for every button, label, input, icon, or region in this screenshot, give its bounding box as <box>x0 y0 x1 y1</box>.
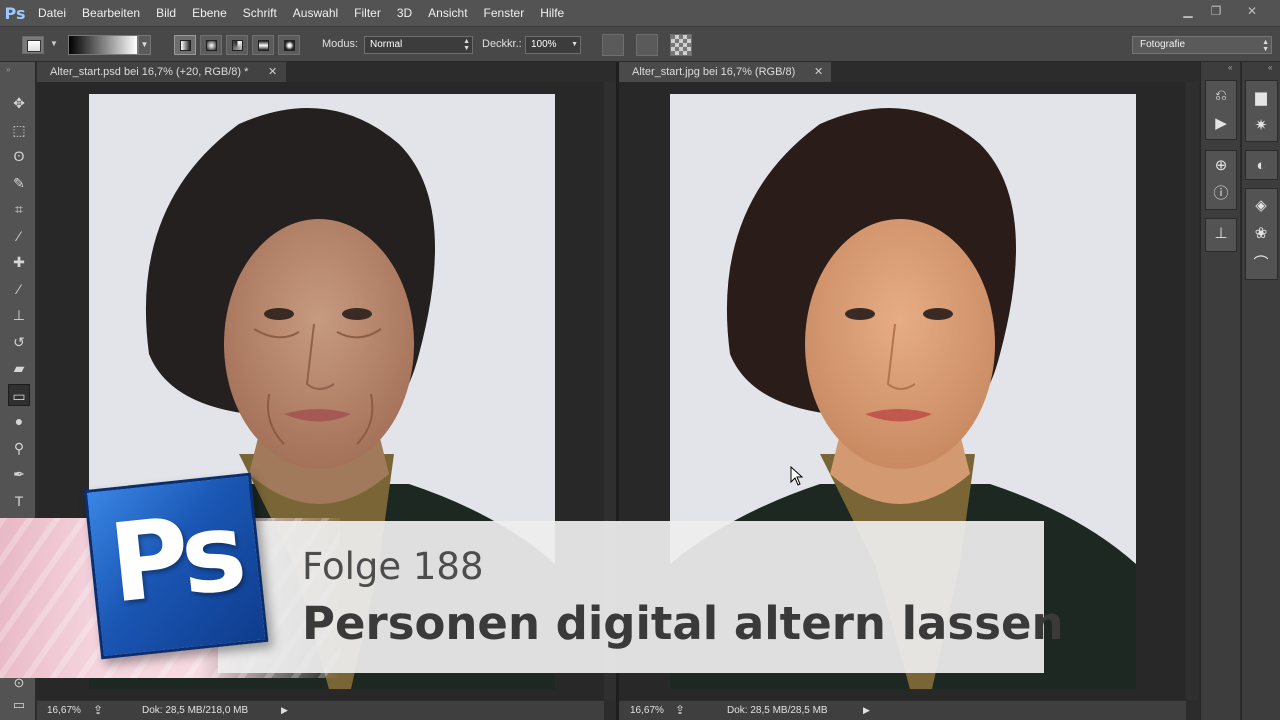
export-icon[interactable]: ⇪ <box>93 701 103 720</box>
menu-hilfe[interactable]: Hilfe <box>532 0 572 26</box>
linear-gradient-button[interactable] <box>174 35 196 55</box>
panel-dock-1: « ⎌ ▶ ⊕ ⓘ ⊥ <box>1200 62 1240 720</box>
photoshop-window: Ps Datei Bearbeiten Bild Ebene Schrift A… <box>0 0 1280 720</box>
channels-icon[interactable]: ❀ <box>1249 222 1273 246</box>
tool-preset-picker[interactable] <box>22 36 44 54</box>
history-icon[interactable]: ⎌ <box>1209 84 1233 108</box>
reflected-gradient-button[interactable] <box>252 35 274 55</box>
mode-label: Modus: <box>322 38 359 50</box>
brush-tool-icon[interactable]: ⁄ <box>8 278 30 300</box>
gradient-editor-swatch[interactable] <box>68 35 138 55</box>
zoom-level[interactable]: 16,67% <box>47 701 81 720</box>
workspace-value: Fotografie <box>1140 39 1186 50</box>
adjustments-icon[interactable]: ◐ <box>1249 154 1273 178</box>
options-bar: ▼ ▼ Modus: Normal ▲ ▼ Deckkr.: 100% ▼ Fotog… <box>0 26 1280 62</box>
info-icon[interactable]: ⓘ <box>1209 182 1233 206</box>
eraser-tool-icon[interactable]: ▰ <box>8 357 30 379</box>
eyedropper-tool-icon[interactable]: ⁄ <box>8 225 30 247</box>
menu-fenster[interactable]: Fenster <box>476 0 533 26</box>
layers-icon[interactable]: ◈ <box>1249 194 1273 218</box>
zoom-level[interactable]: 16,67% <box>630 701 664 720</box>
clone-stamp-tool-icon[interactable]: ⊥ <box>8 304 30 326</box>
dodge-tool-icon[interactable]: ⚲ <box>8 437 30 459</box>
opacity-field[interactable]: 100% ▼ <box>525 36 581 54</box>
gradient-tool-icon[interactable]: ▭ <box>8 383 30 406</box>
dither-icon[interactable] <box>636 34 658 56</box>
navigator-icon[interactable]: ✷ <box>1249 114 1273 138</box>
quick-mask-icon[interactable]: ⊙ <box>8 672 30 694</box>
updown-icon: ▲ ▼ <box>463 38 470 52</box>
minimize-icon[interactable]: ▁ <box>1176 2 1200 20</box>
pen-tool-icon[interactable]: ✒ <box>8 463 30 485</box>
close-tab-icon[interactable]: ✕ <box>268 62 277 82</box>
panel-grip[interactable]: » <box>6 65 11 74</box>
export-icon[interactable]: ⇪ <box>675 701 685 720</box>
clone-source-icon[interactable]: ⊕ <box>1209 154 1233 178</box>
menu-ansicht[interactable]: Ansicht <box>420 0 475 26</box>
menu-3d[interactable]: 3D <box>389 0 420 26</box>
collapse-icon[interactable]: « <box>1228 63 1232 72</box>
episode-label: Folge 188 <box>302 545 484 588</box>
gradient-dropdown-button[interactable]: ▼ <box>138 35 151 55</box>
lasso-tool-icon[interactable]: ʘ <box>8 145 30 167</box>
vertical-scrollbar[interactable] <box>1186 82 1198 700</box>
menu-bar: Ps Datei Bearbeiten Bild Ebene Schrift A… <box>0 0 1280 26</box>
radial-gradient-button[interactable] <box>200 35 222 55</box>
type-tool-icon[interactable]: T <box>8 490 30 512</box>
collapse-icon[interactable]: « <box>1268 63 1272 72</box>
updown-icon: ▲ ▼ <box>1262 39 1269 53</box>
opacity-label: Deckkr.: <box>482 38 522 50</box>
close-tab-icon[interactable]: ✕ <box>814 62 823 82</box>
transparency-icon[interactable] <box>670 34 692 56</box>
reverse-icon[interactable] <box>602 34 624 56</box>
doc-info: Dok: 28,5 MB/28,5 MB <box>727 705 828 716</box>
restore-icon[interactable]: ❐ <box>1204 2 1228 20</box>
tab-title: Alter_start.psd bei 16,7% (+20, RGB/8) * <box>50 66 249 78</box>
marquee-tool-icon[interactable]: ⬚ <box>8 119 30 141</box>
diamond-gradient-button[interactable] <box>278 35 300 55</box>
menu-datei[interactable]: Datei <box>30 0 74 26</box>
photoshop-logo-badge: Ps <box>83 472 269 660</box>
menu-bild[interactable]: Bild <box>148 0 184 26</box>
chevron-down-icon: ▼ <box>571 41 578 48</box>
spot-healing-tool-icon[interactable]: ✚ <box>8 251 30 273</box>
screen-mode-icon[interactable]: ▭ <box>8 694 30 716</box>
menu-schrift[interactable]: Schrift <box>235 0 285 26</box>
close-icon[interactable]: ✕ <box>1240 2 1264 20</box>
tool-presets-icon[interactable]: ⊥ <box>1209 222 1233 246</box>
blur-tool-icon[interactable]: ● <box>8 410 30 432</box>
tab-title: Alter_start.jpg bei 16,7% (RGB/8) <box>632 66 796 78</box>
menu-bearbeiten[interactable]: Bearbeiten <box>74 0 148 26</box>
status-menu-arrow-icon[interactable]: ▶ <box>281 701 288 720</box>
doc-info: Dok: 28,5 MB/218,0 MB <box>142 705 249 716</box>
crop-tool-icon[interactable]: ⌗ <box>8 198 30 220</box>
histogram-icon[interactable]: ▆ <box>1249 86 1273 110</box>
paths-icon[interactable]: ⌒ <box>1249 252 1273 276</box>
mode-select[interactable]: Normal ▲ ▼ <box>364 36 473 54</box>
history-brush-tool-icon[interactable]: ↺ <box>8 331 30 353</box>
menu-auswahl[interactable]: Auswahl <box>285 0 346 26</box>
move-tool-icon[interactable]: ✥ <box>8 92 30 114</box>
status-bar-right: 16,67% ⇪ Dok: 28,5 MB/28,5 MB ▶ <box>619 700 1186 720</box>
status-menu-arrow-icon[interactable]: ▶ <box>863 701 870 720</box>
episode-title: Personen digital altern lassen <box>302 597 1064 650</box>
angle-gradient-button[interactable] <box>226 35 248 55</box>
panel-dock-2: « ▆ ✷ ◐ ◈ ❀ ⌒ <box>1241 62 1280 720</box>
opacity-value: 100% <box>531 39 557 50</box>
ps-app-logo: Ps <box>4 3 26 23</box>
tab-document-jpg[interactable]: Alter_start.jpg bei 16,7% (RGB/8) ✕ <box>619 62 832 82</box>
workspace-select[interactable]: Fotografie ▲ ▼ <box>1132 36 1272 54</box>
menu-filter[interactable]: Filter <box>346 0 389 26</box>
status-bar-left: 16,67% ⇪ Dok: 28,5 MB/218,0 MB ▶ <box>37 700 604 720</box>
tab-document-psd[interactable]: Alter_start.psd bei 16,7% (+20, RGB/8) *… <box>37 62 287 82</box>
ps-badge-text: Ps <box>104 489 246 628</box>
menu-ebene[interactable]: Ebene <box>184 0 235 26</box>
chevron-down-icon[interactable]: ▼ <box>50 39 58 48</box>
actions-play-icon[interactable]: ▶ <box>1209 112 1233 136</box>
mouse-cursor-icon <box>790 466 804 486</box>
quick-selection-tool-icon[interactable]: ✎ <box>8 172 30 194</box>
mode-value: Normal <box>370 39 403 50</box>
